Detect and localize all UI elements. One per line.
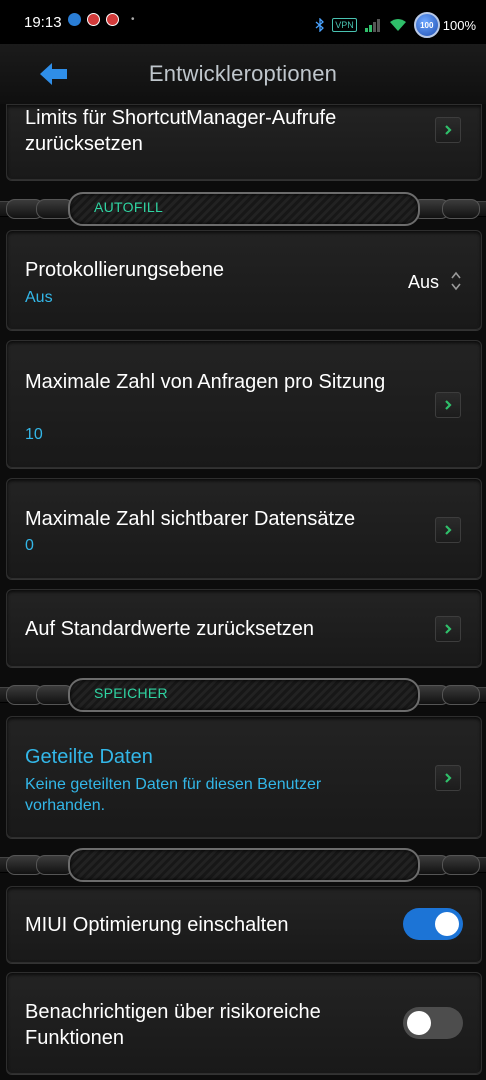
toggle-thumb	[435, 912, 459, 936]
setting-shortcut-reset[interactable]: Limits für ShortcutManager-Aufrufe zurüc…	[6, 104, 482, 180]
battery-percent: 100%	[442, 17, 476, 33]
notification-icons: •	[68, 13, 135, 26]
setting-max-datasets[interactable]: Maximale Zahl sichtbarer Datensätze 0	[6, 478, 482, 579]
setting-subtitle: Aus	[25, 289, 53, 306]
setting-title: Maximale Zahl von Anfragen pro Sitzung	[25, 371, 386, 393]
bluetooth-icon	[315, 18, 325, 32]
risky-functions-toggle[interactable]	[403, 1007, 463, 1039]
app-notification-icon	[106, 13, 119, 26]
setting-shared-data[interactable]: Geteilte Daten Keine geteilten Daten für…	[6, 716, 482, 838]
chevron-right-icon	[435, 765, 461, 791]
wifi-icon	[389, 19, 406, 31]
dropdown-value[interactable]: Aus	[408, 272, 439, 293]
section-label: AUTOFILL	[94, 199, 164, 215]
chevron-right-icon	[435, 117, 461, 143]
setting-max-requests[interactable]: Maximale Zahl von Anfragen pro Sitzung 1…	[6, 340, 482, 468]
setting-title: Auf Standardwerte zurücksetzen	[25, 618, 315, 640]
setting-title: Maximale Zahl sichtbarer Datensätze	[25, 508, 356, 530]
system-icons: VPN 100 100%	[315, 12, 476, 38]
status-bar: 19:13 • VPN 100 100%	[0, 0, 486, 44]
setting-title: Benachrichtigen über risikoreiche Funkti…	[25, 1001, 321, 1049]
chevron-right-icon	[435, 392, 461, 418]
setting-title: Protokollierungsebene	[25, 259, 225, 281]
section-header-misc	[0, 845, 486, 883]
section-label: SPEICHER	[94, 685, 168, 701]
page-title: Entwickleroptionen	[148, 61, 338, 86]
setting-miui-optimization[interactable]: MIUI Optimierung einschalten	[6, 886, 482, 963]
setting-title: Geteilte Daten	[25, 746, 153, 768]
signal-icon	[364, 19, 380, 32]
setting-subtitle: 0	[25, 537, 34, 554]
toggle-thumb	[407, 1011, 431, 1035]
setting-title: MIUI Optimierung einschalten	[25, 914, 289, 936]
status-time: 19:13	[24, 14, 62, 31]
miui-optimization-toggle[interactable]	[403, 908, 463, 940]
section-header-storage: SPEICHER	[0, 675, 486, 713]
section-header-autofill: AUTOFILL	[0, 189, 486, 227]
setting-reset-defaults[interactable]: Auf Standardwerte zurücksetzen	[6, 589, 482, 667]
more-notifications-icon: •	[131, 14, 135, 25]
app-notification-icon	[87, 13, 100, 26]
vpn-icon: VPN	[332, 18, 357, 32]
up-down-chevron-icon	[451, 271, 461, 291]
setting-logging-level[interactable]: Protokollierungsebene Aus Aus	[6, 230, 482, 330]
setting-subtitle: 10	[25, 426, 43, 443]
setting-subtitle: Keine geteilten Daten für diesen Benutze…	[25, 776, 322, 814]
setting-risky-functions[interactable]: Benachrichtigen über risikoreiche Funkti…	[6, 972, 482, 1074]
chevron-right-icon	[435, 616, 461, 642]
setting-title: Limits für ShortcutManager-Aufrufe zurüc…	[25, 107, 337, 155]
battery-icon: 100	[413, 12, 440, 38]
chevron-right-icon	[435, 517, 461, 543]
top-app-bar: Entwickleroptionen	[0, 44, 486, 104]
app-notification-icon	[68, 13, 81, 26]
